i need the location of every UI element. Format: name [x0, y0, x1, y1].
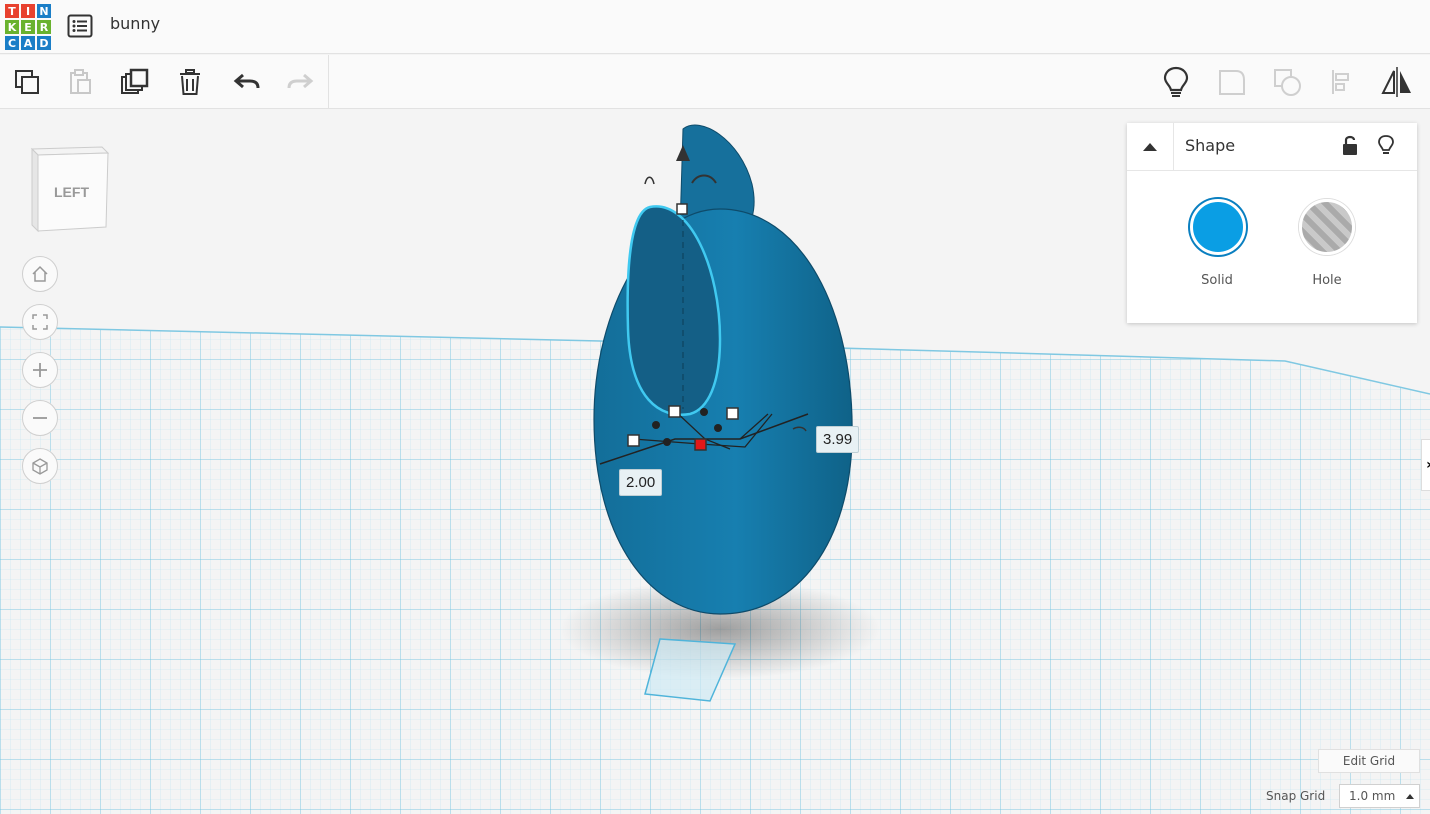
- zoom-out-button[interactable]: [22, 400, 58, 436]
- tinkercad-logo[interactable]: T I N K E R C A D: [5, 4, 51, 50]
- perspective-button[interactable]: [22, 448, 58, 484]
- group-icon: [1219, 70, 1245, 95]
- toolbar: [0, 55, 1430, 109]
- logo-letter: T: [5, 4, 19, 18]
- logo-letter: C: [5, 36, 19, 50]
- paste-button[interactable]: [63, 65, 97, 99]
- home-icon: [32, 265, 48, 282]
- project-title[interactable]: bunny: [110, 14, 160, 33]
- mirror-button[interactable]: [1380, 65, 1414, 99]
- toolbar-divider: [328, 55, 329, 109]
- cube-icon: [32, 458, 48, 475]
- panel-toggle-tab[interactable]: ›: [1421, 439, 1430, 491]
- group-button[interactable]: [1215, 65, 1249, 99]
- top-bar: T I N K E R C A D bunny: [0, 0, 1430, 54]
- snap-grid-label: Snap Grid: [1266, 789, 1326, 803]
- lightbulb-icon: [1378, 135, 1394, 154]
- duplicate-icon: [121, 68, 149, 94]
- list-icon: [67, 14, 93, 38]
- logo-letter: R: [37, 20, 51, 34]
- resize-handle-active[interactable]: [694, 438, 707, 451]
- align-icon: [1332, 70, 1349, 94]
- logo-letter: A: [21, 36, 35, 50]
- hole-swatch[interactable]: [1299, 199, 1355, 255]
- redo-icon: [287, 73, 314, 89]
- solid-color-swatch[interactable]: [1190, 199, 1246, 255]
- hole-label: Hole: [1312, 273, 1342, 288]
- panel-collapse-button[interactable]: [1127, 123, 1174, 170]
- logo-letter: I: [21, 4, 35, 18]
- paste-icon: [70, 69, 91, 94]
- minus-icon: [33, 417, 47, 419]
- logo-letter: E: [21, 20, 35, 34]
- view-cube[interactable]: LEFT: [22, 143, 112, 235]
- notes-button[interactable]: [1159, 65, 1193, 99]
- resize-handle-corner[interactable]: [627, 434, 640, 447]
- dimension-height-label[interactable]: 3.99: [816, 426, 860, 453]
- shape-inspector-panel: Shape Solid Hole: [1127, 123, 1417, 323]
- lightbulb-icon: [1163, 66, 1189, 97]
- design-list-button[interactable]: [66, 13, 94, 39]
- panel-header: Shape: [1127, 123, 1417, 171]
- logo-letter: K: [5, 20, 19, 34]
- resize-handle-left[interactable]: [668, 405, 681, 418]
- home-view-button[interactable]: [22, 256, 58, 292]
- undo-icon: [233, 73, 260, 89]
- lock-button[interactable]: [1337, 132, 1363, 158]
- caret-up-icon: [1143, 142, 1157, 151]
- undo-button[interactable]: [230, 65, 264, 99]
- copy-button[interactable]: [10, 65, 44, 99]
- ungroup-icon: [1274, 69, 1301, 96]
- plus-icon: [33, 363, 47, 377]
- delete-button[interactable]: [173, 65, 207, 99]
- fit-icon: [32, 314, 48, 330]
- mirror-icon: [1381, 67, 1411, 97]
- caret-up-icon: [1406, 794, 1415, 799]
- dimension-width-label[interactable]: 2.00: [619, 469, 663, 496]
- view-cube-label: LEFT: [54, 184, 89, 200]
- duplicate-button[interactable]: [118, 65, 152, 99]
- logo-letter: N: [37, 4, 51, 18]
- snap-grid-value: 1.0 mm: [1349, 789, 1396, 803]
- resize-handle-top[interactable]: [676, 203, 688, 215]
- unlock-icon: [1343, 135, 1357, 155]
- workplane-viewport[interactable]: LEFT 2.00 3.99 Shape Solid Hole Edit Gri…: [0, 109, 1430, 814]
- hide-button[interactable]: [1373, 132, 1399, 158]
- edit-grid-button[interactable]: Edit Grid: [1318, 749, 1420, 773]
- view-cube-graphic: LEFT: [30, 146, 110, 233]
- snap-grid-select[interactable]: 1.0 mm: [1339, 784, 1420, 808]
- panel-title: Shape: [1185, 136, 1236, 155]
- logo-letter: D: [37, 36, 51, 50]
- align-button[interactable]: [1325, 65, 1359, 99]
- ungroup-button[interactable]: [1270, 65, 1304, 99]
- zoom-in-button[interactable]: [22, 352, 58, 388]
- redo-button[interactable]: [283, 65, 317, 99]
- solid-label: Solid: [1201, 273, 1233, 288]
- fit-view-button[interactable]: [22, 304, 58, 340]
- trash-icon: [180, 69, 200, 95]
- resize-handle-right[interactable]: [726, 407, 739, 420]
- copy-icon: [15, 70, 39, 94]
